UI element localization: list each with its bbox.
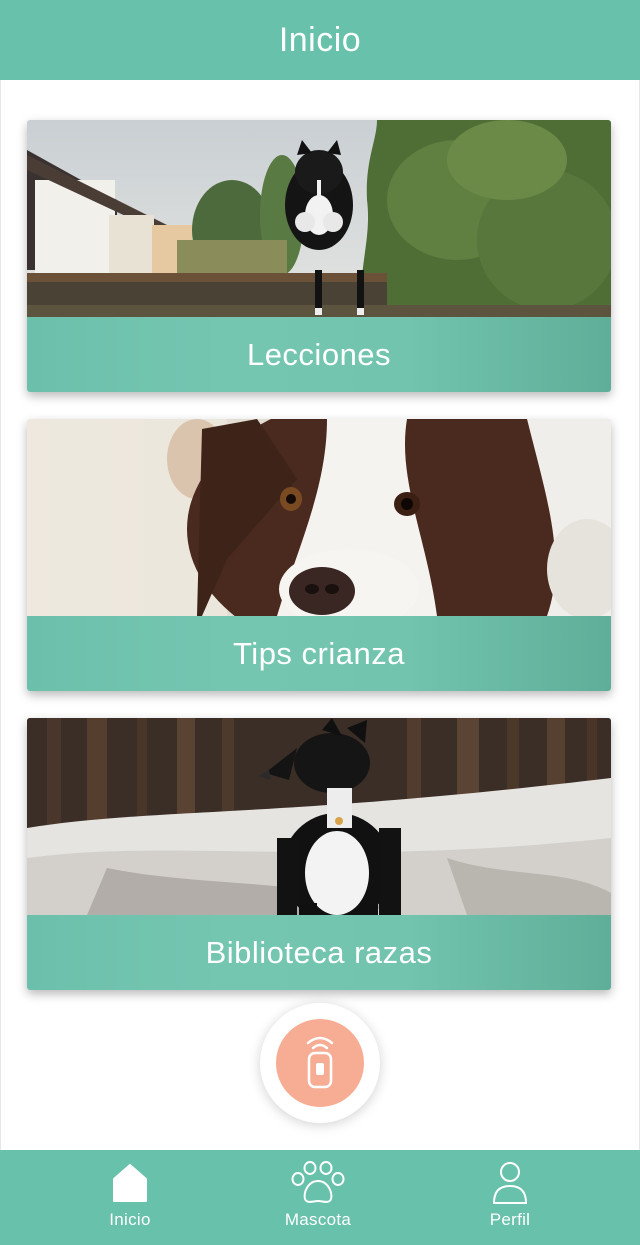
card-title: Lecciones <box>246 336 392 372</box>
card-label-band: Biblioteca razas <box>27 915 611 990</box>
top-app-bar: Inicio <box>0 0 640 80</box>
nav-label: Inicio <box>109 1210 151 1229</box>
remote-clicker-icon <box>296 1031 344 1096</box>
clicker-fab-inner <box>276 1019 364 1107</box>
card-title: Tips crianza <box>233 635 405 671</box>
nav-label: Perfil <box>489 1210 531 1229</box>
card-label-band: Tips crianza <box>27 616 611 691</box>
tips-crianza-photo <box>27 419 611 616</box>
card-title: Biblioteca razas <box>205 934 433 970</box>
nav-item-mascota[interactable]: Mascota <box>248 1150 388 1245</box>
card-lecciones[interactable]: Lecciones <box>27 120 611 392</box>
page-title: Inicio <box>278 20 362 59</box>
nav-label: Mascota <box>284 1210 352 1229</box>
lecciones-photo <box>27 120 611 317</box>
user-icon <box>492 1160 528 1206</box>
home-icon <box>112 1160 148 1206</box>
card-label-band: Lecciones <box>27 317 611 392</box>
nav-item-perfil[interactable]: Perfil <box>440 1150 580 1245</box>
biblioteca-razas-photo <box>27 718 611 915</box>
card-tips-crianza[interactable]: Tips crianza <box>27 419 611 691</box>
paw-icon <box>291 1160 345 1206</box>
bottom-navigation: Inicio Mascota Perfil <box>0 1150 640 1245</box>
card-biblioteca-razas[interactable]: Biblioteca razas <box>27 718 611 990</box>
nav-item-inicio[interactable]: Inicio <box>60 1150 200 1245</box>
clicker-fab-button[interactable] <box>260 1003 380 1123</box>
